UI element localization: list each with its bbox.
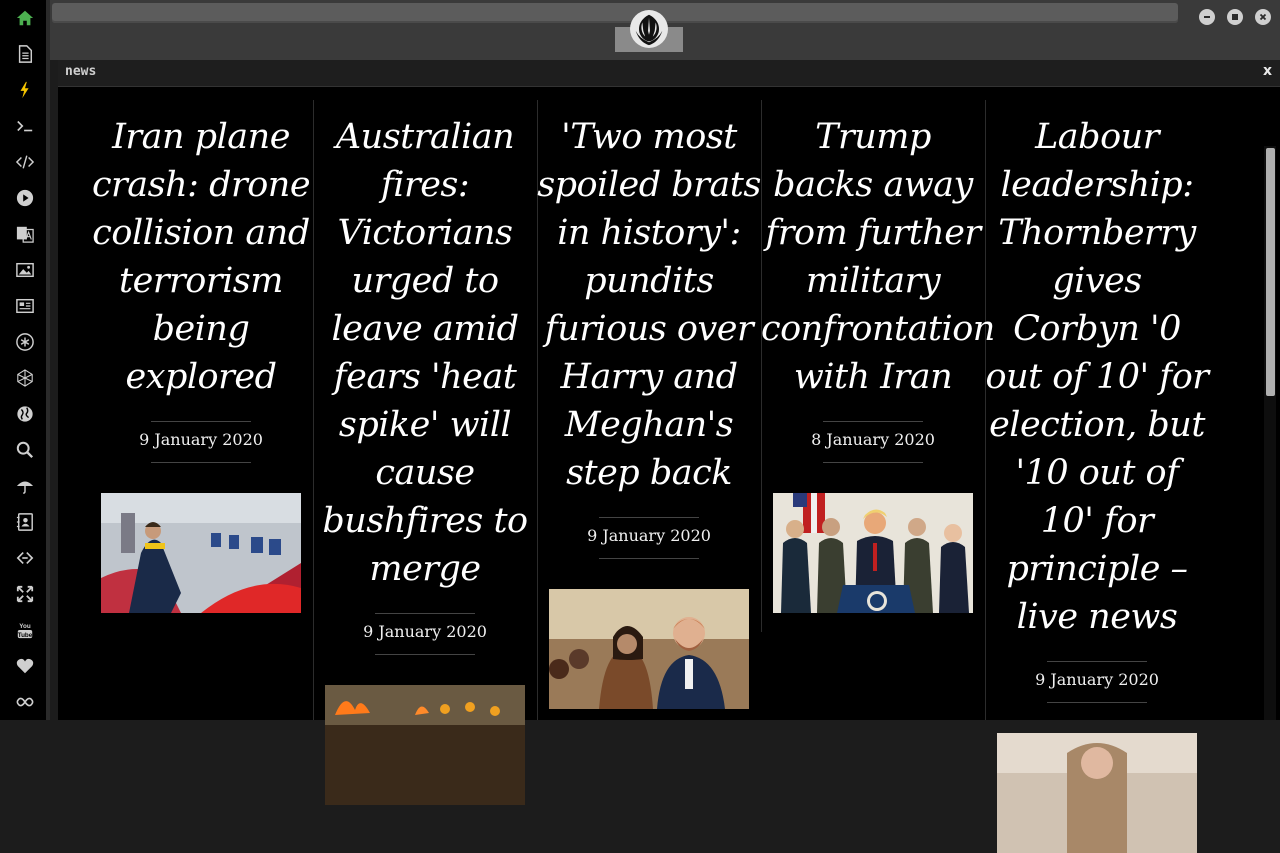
sidebar-item-polygon[interactable] — [15, 368, 35, 388]
sidebar-item-contacts[interactable] — [15, 512, 35, 532]
close-button[interactable] — [1255, 9, 1271, 25]
expand-icon — [16, 585, 34, 603]
article-thumbnail[interactable] — [325, 685, 525, 805]
sidebar-item-asterisk[interactable] — [15, 332, 35, 352]
sidebar-item-document[interactable] — [15, 44, 35, 64]
sidebar: You Tube — [0, 0, 50, 720]
panel-title: news — [65, 64, 97, 79]
sidebar-item-expand[interactable] — [15, 584, 35, 604]
close-icon — [1259, 13, 1267, 21]
article-headline[interactable]: Trump backs away from further military c… — [761, 113, 995, 401]
lightning-icon — [20, 81, 29, 99]
article-thumbnail[interactable] — [549, 589, 749, 709]
maximize-button[interactable] — [1227, 9, 1243, 25]
umbrella-icon — [16, 481, 34, 494]
newspaper-icon — [16, 298, 34, 314]
separator — [151, 421, 251, 422]
polygon-icon — [17, 369, 33, 387]
address-bar[interactable] — [52, 3, 1178, 23]
minimize-button[interactable] — [1199, 9, 1215, 25]
article-headline[interactable]: Australian fires: Victorians urged to le… — [313, 113, 537, 593]
sidebar-item-news[interactable] — [15, 296, 35, 316]
article-headline[interactable]: 'Two most spoiled brats in history': pun… — [537, 113, 761, 497]
sidebar-item-code[interactable] — [15, 152, 35, 172]
infinity-icon — [16, 697, 34, 707]
news-article-card[interactable]: 'Two most spoiled brats in history': pun… — [537, 113, 761, 709]
article-thumbnail[interactable] — [101, 493, 301, 613]
sidebar-item-globe[interactable] — [15, 404, 35, 424]
separator — [823, 421, 923, 422]
svg-text:You: You — [19, 623, 31, 630]
translate-icon — [16, 226, 34, 243]
contact-card-icon — [16, 513, 33, 531]
article-date: 8 January 2020 — [811, 430, 935, 449]
news-article-card[interactable]: Australian fires: Victorians urged to le… — [313, 113, 537, 805]
sidebar-item-translate[interactable] — [15, 224, 35, 244]
article-date: 9 January 2020 — [139, 430, 263, 449]
sidebar-item-infinity[interactable] — [15, 692, 35, 712]
sidebar-item-youtube[interactable]: You Tube — [15, 620, 35, 640]
article-thumbnail[interactable] — [773, 493, 973, 613]
sidebar-item-image[interactable] — [15, 260, 35, 280]
sidebar-item-play[interactable] — [15, 188, 35, 208]
search-icon — [16, 441, 34, 459]
sidebar-item-search[interactable] — [15, 440, 35, 460]
link-icon — [16, 552, 34, 564]
article-headline[interactable]: Iran plane crash: drone collision and te… — [89, 113, 313, 401]
news-article-card[interactable]: Iran plane crash: drone collision and te… — [89, 113, 313, 613]
separator — [1047, 702, 1147, 703]
panel-header: news x — [58, 60, 1280, 87]
home-icon — [16, 10, 34, 26]
article-date: 9 January 2020 — [1035, 670, 1159, 689]
image-icon — [16, 262, 34, 278]
sidebar-item-home[interactable] — [15, 8, 35, 28]
sidebar-divider — [46, 0, 50, 720]
sidebar-item-link[interactable] — [15, 548, 35, 568]
article-date: 9 January 2020 — [363, 622, 487, 641]
code-icon — [16, 155, 34, 169]
separator — [599, 558, 699, 559]
sidebar-item-favorites[interactable] — [15, 656, 35, 676]
document-icon — [18, 45, 33, 63]
article-date: 9 January 2020 — [587, 526, 711, 545]
news-article-card[interactable]: Trump backs away from further military c… — [761, 113, 995, 613]
youtube-icon: You Tube — [18, 623, 33, 639]
panel-close-button[interactable]: x — [1263, 63, 1272, 79]
globe-icon — [17, 406, 33, 422]
article-thumbnail[interactable] — [997, 733, 1197, 853]
separator — [151, 462, 251, 463]
sidebar-item-terminal[interactable] — [15, 116, 35, 136]
heart-icon — [16, 658, 34, 674]
news-article-card[interactable]: Labour leadership: Thornberry gives Corb… — [985, 113, 1209, 853]
separator — [823, 462, 923, 463]
svg-text:Tube: Tube — [18, 632, 33, 639]
rebel-alliance-logo-icon[interactable] — [630, 10, 668, 48]
article-headline[interactable]: Labour leadership: Thornberry gives Corb… — [985, 113, 1210, 641]
separator — [375, 613, 475, 614]
sidebar-item-umbrella[interactable] — [15, 476, 35, 496]
minimize-icon — [1204, 16, 1210, 18]
terminal-icon — [17, 120, 33, 132]
separator — [375, 654, 475, 655]
sidebar-item-lightning[interactable] — [15, 80, 35, 100]
maximize-icon — [1232, 14, 1238, 20]
separator — [1047, 661, 1147, 662]
asterisk-icon — [16, 333, 34, 351]
play-icon — [16, 189, 34, 207]
separator — [599, 517, 699, 518]
scrollbar-thumb[interactable] — [1266, 148, 1275, 396]
